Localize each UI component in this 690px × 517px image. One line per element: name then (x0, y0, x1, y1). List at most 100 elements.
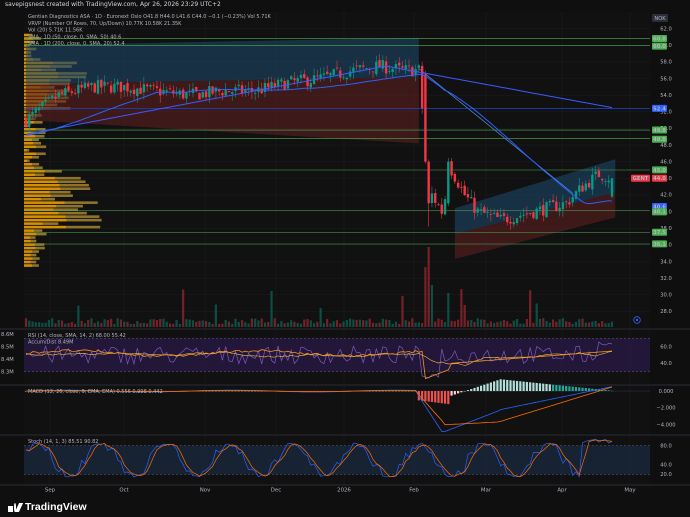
candle-body[interactable] (342, 77, 345, 79)
candle-body[interactable] (24, 118, 28, 127)
candle-body[interactable] (578, 185, 581, 192)
candle-body[interactable] (129, 90, 132, 93)
candle-body[interactable] (555, 201, 558, 211)
candle-body[interactable] (263, 82, 267, 92)
candle-body[interactable] (50, 95, 54, 98)
candlestick-chart[interactable]: 28.030.032.034.036.038.040.042.044.046.0… (0, 0, 690, 517)
candle-body[interactable] (175, 92, 178, 94)
candle-body[interactable] (132, 89, 136, 95)
candle-body[interactable] (64, 88, 67, 96)
candle-body[interactable] (430, 193, 434, 204)
candle-body[interactable] (267, 83, 270, 88)
candle-body[interactable] (155, 86, 159, 88)
candle-body[interactable] (391, 68, 394, 73)
candle-body[interactable] (60, 92, 64, 94)
candle-body[interactable] (604, 181, 607, 183)
candle-body[interactable] (339, 70, 342, 78)
candle-body[interactable] (466, 194, 470, 198)
candle-body[interactable] (470, 197, 473, 199)
candle-body[interactable] (584, 183, 588, 191)
candle-body[interactable] (434, 193, 437, 203)
candle-body[interactable] (332, 69, 335, 75)
candle-body[interactable] (80, 84, 83, 88)
candle-body[interactable] (538, 206, 542, 210)
candle-body[interactable] (208, 86, 211, 98)
candle-body[interactable] (502, 213, 506, 216)
candle-body[interactable] (407, 65, 411, 67)
candle-body[interactable] (123, 85, 126, 91)
candle-body[interactable] (460, 187, 463, 188)
candle-body[interactable] (221, 93, 224, 96)
candle-body[interactable] (398, 62, 401, 66)
candle-body[interactable] (456, 182, 460, 188)
candle-body[interactable] (424, 74, 427, 162)
candle-body[interactable] (453, 174, 457, 182)
candle-body[interactable] (34, 108, 38, 113)
candle-body[interactable] (561, 202, 565, 210)
candle-body[interactable] (142, 84, 146, 93)
candle-body[interactable] (237, 84, 240, 87)
candle-body[interactable] (165, 90, 168, 92)
tradingview-logo[interactable]: TradingView (8, 499, 87, 515)
candle-body[interactable] (28, 114, 31, 127)
candle-body[interactable] (558, 207, 561, 212)
candle-body[interactable] (181, 89, 185, 99)
candle-body[interactable] (450, 161, 453, 176)
candle-body[interactable] (384, 61, 388, 74)
candle-body[interactable] (489, 213, 493, 215)
candle-body[interactable] (31, 111, 34, 115)
candle-body[interactable] (440, 204, 443, 214)
candle-body[interactable] (378, 59, 381, 68)
candle-body[interactable] (231, 92, 234, 94)
candle-body[interactable] (224, 90, 227, 96)
candle-body[interactable] (522, 214, 525, 216)
candle-body[interactable] (509, 221, 512, 224)
candle-body[interactable] (600, 178, 604, 181)
candle-body[interactable] (355, 65, 358, 67)
candle-body[interactable] (276, 79, 280, 87)
candle-body[interactable] (103, 81, 106, 86)
candle-body[interactable] (149, 85, 152, 87)
candle-body[interactable] (41, 102, 44, 107)
candle-body[interactable] (417, 65, 421, 68)
candle-body[interactable] (316, 75, 319, 77)
candle-body[interactable] (198, 92, 201, 100)
candle-body[interactable] (545, 202, 548, 218)
candle-body[interactable] (427, 161, 430, 204)
candle-body[interactable] (116, 81, 119, 85)
candle-body[interactable] (519, 215, 522, 218)
candle-body[interactable] (247, 87, 250, 89)
candle-body[interactable] (610, 178, 614, 197)
candle-body[interactable] (168, 88, 172, 90)
candle-body[interactable] (512, 222, 515, 225)
candle-body[interactable] (145, 84, 149, 87)
candle-body[interactable] (329, 73, 332, 76)
candle-body[interactable] (587, 183, 591, 188)
candle-body[interactable] (581, 185, 584, 192)
candle-body[interactable] (119, 81, 123, 92)
candle-body[interactable] (113, 83, 116, 93)
candle-body[interactable] (335, 67, 339, 69)
candle-body[interactable] (87, 83, 90, 87)
candle-body[interactable] (289, 76, 293, 80)
candle-body[interactable] (486, 212, 489, 213)
candle-body[interactable] (204, 91, 208, 98)
candle-body[interactable] (361, 65, 365, 67)
candle-body[interactable] (325, 71, 329, 74)
candle-body[interactable] (496, 212, 499, 217)
candle-body[interactable] (607, 180, 610, 183)
candle-body[interactable] (106, 82, 110, 84)
candle-body[interactable] (476, 208, 479, 213)
candle-body[interactable] (306, 77, 309, 87)
candle-body[interactable] (126, 83, 129, 92)
candle-body[interactable] (70, 91, 74, 94)
candle-body[interactable] (483, 207, 486, 213)
candle-body[interactable] (280, 79, 283, 82)
candle-body[interactable] (37, 107, 41, 111)
candle-body[interactable] (352, 67, 355, 72)
candle-body[interactable] (348, 71, 352, 77)
candle-body[interactable] (73, 92, 77, 94)
candle-body[interactable] (532, 212, 535, 218)
candle-body[interactable] (309, 83, 313, 88)
candle-body[interactable] (358, 65, 362, 68)
